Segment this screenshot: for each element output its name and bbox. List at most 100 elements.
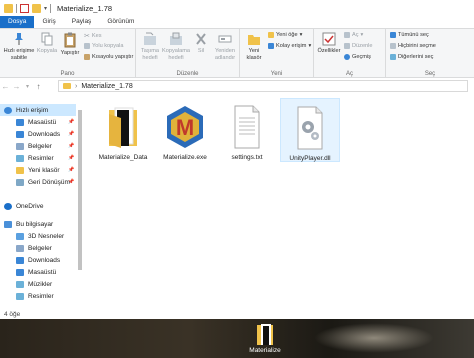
divider	[16, 3, 17, 13]
tab-share[interactable]: Paylaş	[64, 16, 100, 28]
desktop-folder-icon	[16, 118, 24, 126]
new-folder-button[interactable]: Yeni klasör	[243, 32, 265, 61]
sidebar-item-label: Resimler	[28, 292, 54, 300]
paste-shortcut-button[interactable]: Kısayolu yapıştır	[84, 54, 133, 60]
sidebar-item[interactable]: Hızlı erişim	[0, 104, 76, 116]
copy-button[interactable]: Kopyala	[36, 32, 58, 55]
move-to-button[interactable]: Taşıma hedefi	[138, 32, 162, 61]
select-none-label: Hiçbirini seçme	[398, 43, 436, 49]
sidebar-item[interactable]: 3D Nesneler	[0, 230, 76, 242]
sidebar-item[interactable]: Belgeler	[0, 242, 76, 254]
file-list: Materialize_Data M Materialize.exe setti…	[86, 96, 474, 310]
paste-label: Yapıştır	[60, 50, 80, 56]
quick-access-dropdown-icon[interactable]: ▾	[44, 5, 47, 12]
group-new: Yeni klasör Yeni öğe ▾ Kolay erişim ▾ Ye…	[240, 29, 314, 78]
desktop-shortcut-icon[interactable]	[255, 323, 275, 347]
ribbon: Hızlı erişime sabitle Kopyala Yapıştır ✂…	[0, 28, 474, 78]
group-organize: Taşıma hedefi Kopyalama hedefi Sil Yenid…	[136, 29, 240, 78]
copy-path-button[interactable]: Yolu kopyala	[84, 43, 124, 49]
chevron-down-icon: ▾	[360, 32, 364, 38]
documents-folder-icon	[16, 142, 24, 150]
sidebar-item[interactable]: Geri Dönüşüm 📌	[0, 176, 76, 188]
sidebar-item[interactable]: Downloads 📌	[0, 128, 76, 140]
select-all-button[interactable]: Tümünü seç	[390, 32, 429, 38]
address-bar: ← → ▾ ↑ › Materialize_1.78	[0, 79, 474, 93]
window-title: Materialize_1.78	[57, 3, 113, 13]
rename-label: Yeniden adlandır	[214, 48, 236, 61]
copy-to-label: Kopyalama hedefi	[162, 48, 190, 61]
sidebar-item[interactable]: Yeni klasör 📌	[0, 164, 76, 176]
recycle-bin-icon	[16, 178, 24, 186]
new-folder-quick-icon[interactable]	[32, 3, 41, 13]
sidebar-item[interactable]: Masaüstü 📌	[0, 116, 76, 128]
recent-locations-icon[interactable]: ▾	[22, 83, 33, 90]
sidebar-item[interactable]: Resimler	[0, 290, 76, 302]
wallpaper-highlight	[314, 323, 434, 353]
invert-selection-button[interactable]: Diğerlerini seç	[390, 54, 433, 60]
checkbox-icon[interactable]	[20, 3, 29, 13]
folder-icon	[109, 107, 137, 148]
up-arrow-icon[interactable]: ↑	[33, 82, 44, 91]
downloads-folder-icon	[16, 256, 24, 264]
scrollbar[interactable]	[77, 104, 83, 304]
copy-to-icon	[170, 32, 182, 45]
select-none-button[interactable]: Hiçbirini seçme	[390, 43, 436, 49]
sidebar-item[interactable]: Müzikler	[0, 278, 76, 290]
star-icon	[4, 106, 12, 114]
file-item-materialize-data[interactable]: Materialize_Data	[94, 100, 152, 161]
pin-icon: 📌	[68, 179, 75, 185]
select-all-label: Tümünü seç	[398, 32, 429, 38]
group-clipboard: Hızlı erişime sabitle Kopyala Yapıştır ✂…	[0, 29, 136, 78]
forward-arrow-icon[interactable]: →	[11, 82, 22, 91]
sidebar-item-label: Masaüstü	[28, 118, 57, 126]
edit-button[interactable]: Düzenle	[344, 43, 373, 49]
ribbon-tabs: Dosya Giriş Paylaş Görünüm	[0, 16, 474, 28]
sidebar-item-label: Downloads	[28, 130, 61, 138]
address-box[interactable]: › Materialize_1.78	[58, 80, 468, 92]
delete-button[interactable]: Sil	[192, 32, 210, 55]
folder-icon	[16, 166, 24, 174]
cut-button[interactable]: ✂ Kes	[84, 32, 102, 40]
rename-button[interactable]: Yeniden adlandır	[211, 32, 239, 61]
open-button[interactable]: Aç ▾	[344, 32, 363, 38]
new-item-button[interactable]: Yeni öğe ▾	[268, 32, 302, 38]
copy-path-icon	[84, 43, 90, 49]
pin-icon: 📌	[68, 131, 75, 137]
group-select: Tümünü seç Hiçbirini seçme Diğerlerini s…	[386, 29, 474, 78]
pin-quick-access-button[interactable]: Hızlı erişime sabitle	[3, 32, 35, 61]
new-folder-icon	[248, 35, 260, 45]
history-label: Geçmiş	[352, 54, 371, 60]
scrollbar-thumb[interactable]	[78, 110, 82, 270]
properties-button[interactable]: Özellikler	[316, 32, 342, 55]
sidebar-item[interactable]: Masaüstü	[0, 266, 76, 278]
file-item-materialize-exe[interactable]: M Materialize.exe	[156, 100, 214, 161]
copy-label: Kopyala	[36, 48, 58, 54]
group-label: Aç	[345, 71, 353, 77]
cut-label: Kes	[91, 33, 102, 39]
easy-access-button[interactable]: Kolay erişim ▾	[268, 43, 311, 49]
paste-button[interactable]: Yapıştır	[58, 32, 82, 57]
tab-file[interactable]: Dosya	[0, 16, 35, 28]
sidebar-item[interactable]: Bu bilgisayar	[0, 218, 76, 230]
sidebar-item-label: Geri Dönüşüm	[28, 178, 70, 186]
sidebar-item[interactable]: Resimler 📌	[0, 152, 76, 164]
file-item-settings-txt[interactable]: settings.txt	[218, 100, 276, 161]
sidebar-item[interactable]: Belgeler 📌	[0, 140, 76, 152]
back-arrow-icon[interactable]: ←	[0, 82, 11, 91]
rename-icon	[218, 35, 232, 43]
breadcrumb[interactable]: Materialize_1.78	[81, 83, 132, 90]
file-item-unityplayer-dll[interactable]: UnityPlayer.dll	[280, 98, 340, 162]
sidebar-item-label: 3D Nesneler	[28, 232, 65, 240]
select-none-icon	[390, 43, 396, 49]
history-button[interactable]: Geçmiş	[344, 54, 371, 60]
copy-to-button[interactable]: Kopyalama hedefi	[162, 32, 190, 61]
sidebar-item[interactable]: Downloads	[0, 254, 76, 266]
tab-view[interactable]: Görünüm	[99, 16, 142, 28]
properties-icon	[322, 32, 336, 46]
tab-home[interactable]: Giriş	[34, 16, 63, 28]
sidebar-item-label: Yeni klasör	[28, 166, 60, 174]
pin-icon: 📌	[68, 167, 75, 173]
desktop-shortcut-label[interactable]: Materialize	[235, 347, 295, 354]
materialize-app-icon: M	[167, 106, 203, 148]
sidebar-item[interactable]: OneDrive	[0, 200, 76, 212]
